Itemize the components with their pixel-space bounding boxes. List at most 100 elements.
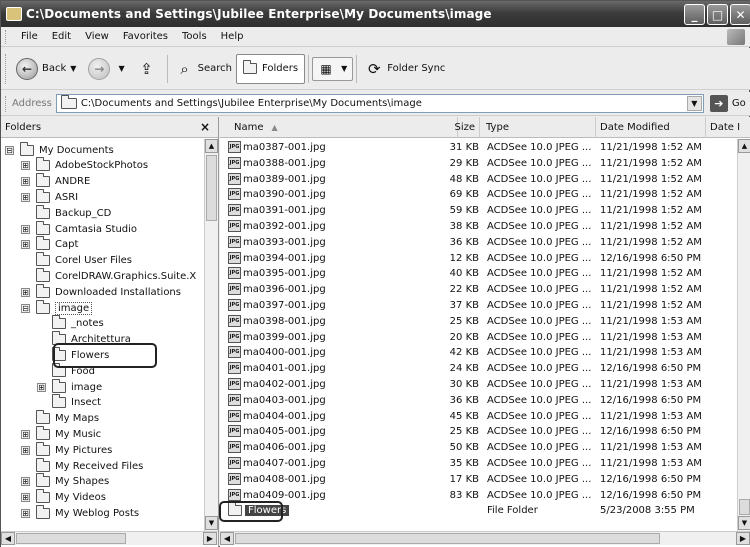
file-row[interactable]: JPG ma0399-001.jpg 20 KB ACDSee 10.0 JPEG .…: [220, 330, 737, 346]
file-name-cell[interactable]: JPG ma0404-001.jpg: [228, 409, 458, 425]
tree-item[interactable]: ⊟ image: [21, 299, 93, 316]
file-row[interactable]: JPG ma0408-001.jpg 17 KB ACDSee 10.0 JPEG .…: [220, 472, 737, 488]
tree-item[interactable]: _notes: [37, 315, 104, 332]
folders-pane-close-button[interactable]: ×: [200, 120, 210, 134]
scroll-left-icon[interactable]: ◀: [1, 532, 15, 545]
file-name-cell[interactable]: JPG ma0391-001.jpg: [228, 203, 458, 219]
file-name-cell[interactable]: JPG ma0407-001.jpg: [228, 456, 458, 472]
column-date-modified[interactable]: Date Modified: [596, 117, 706, 138]
tree-expander-icon[interactable]: ⊞: [21, 477, 30, 487]
folders-vertical-scrollbar[interactable]: ▲ ▼: [204, 139, 218, 531]
tree-item[interactable]: ⊞ My Pictures: [21, 441, 112, 458]
views-button[interactable]: ▦ ▼: [312, 56, 354, 81]
file-name-cell[interactable]: JPG ma0388-001.jpg: [228, 156, 458, 172]
tree-item[interactable]: ⊞ Downloaded Installations: [21, 283, 181, 300]
column-size[interactable]: Size: [454, 117, 480, 138]
address-grip[interactable]: [5, 95, 8, 112]
scroll-down-icon[interactable]: ▼: [205, 516, 218, 530]
file-row[interactable]: JPG ma0395-001.jpg 40 KB ACDSee 10.0 JPEG .…: [220, 266, 737, 282]
back-button[interactable]: ← Back ▼: [12, 53, 84, 85]
tree-expander-icon[interactable]: ⊞: [21, 287, 30, 297]
file-name-cell[interactable]: JPG ma0387-001.jpg: [228, 140, 458, 156]
tree-item[interactable]: My Received Files: [21, 457, 143, 474]
file-row[interactable]: JPG ma0397-001.jpg 37 KB ACDSee 10.0 JPEG .…: [220, 298, 737, 314]
tree-expander-icon[interactable]: ⊞: [21, 192, 30, 202]
file-row[interactable]: JPG ma0390-001.jpg 69 KB ACDSee 10.0 JPEG .…: [220, 187, 737, 203]
tree-item[interactable]: Insect: [37, 394, 101, 411]
folder-sync-button[interactable]: ⟳ Folder Sync: [360, 53, 449, 85]
file-row[interactable]: JPG ma0400-001.jpg 42 KB ACDSee 10.0 JPEG .…: [220, 345, 737, 361]
list-scroll-thumb[interactable]: [739, 499, 750, 515]
menu-tools[interactable]: Tools: [175, 31, 214, 42]
toolbar-grip[interactable]: [5, 53, 8, 84]
tree-expander-icon[interactable]: ⊟: [21, 303, 30, 313]
file-row[interactable]: JPG ma0398-001.jpg 25 KB ACDSee 10.0 JPEG .…: [220, 314, 737, 330]
file-row[interactable]: JPG ma0405-001.jpg 25 KB ACDSee 10.0 JPEG .…: [220, 424, 737, 440]
file-row[interactable]: JPG ma0389-001.jpg 48 KB ACDSee 10.0 JPEG .…: [220, 172, 737, 188]
file-row[interactable]: JPG ma0401-001.jpg 24 KB ACDSee 10.0 JPEG .…: [220, 361, 737, 377]
scroll-up-icon[interactable]: ▲: [738, 139, 750, 153]
title-bar[interactable]: C:\Documents and Settings\Jubilee Enterp…: [1, 1, 750, 27]
scroll-right-icon[interactable]: ▶: [203, 532, 217, 545]
tree-item[interactable]: ⊞ My Videos: [21, 489, 106, 506]
scroll-up-icon[interactable]: ▲: [205, 139, 218, 153]
folders-hscroll-thumb[interactable]: [16, 533, 126, 544]
file-name-cell[interactable]: JPG ma0389-001.jpg: [228, 172, 458, 188]
tree-expander-icon[interactable]: ⊞: [21, 161, 30, 171]
tree-item[interactable]: CorelDRAW.Graphics.Suite.X: [21, 267, 196, 284]
tree-expander-icon[interactable]: ⊞: [21, 429, 30, 439]
scroll-down-icon[interactable]: ▼: [738, 516, 750, 530]
scroll-left-icon[interactable]: ◀: [220, 532, 234, 545]
tree-expander-icon[interactable]: ⊞: [21, 177, 30, 187]
file-row[interactable]: JPG ma0403-001.jpg 36 KB ACDSee 10.0 JPEG .…: [220, 393, 737, 409]
scroll-right-icon[interactable]: ▶: [736, 532, 750, 545]
tree-item[interactable]: Backup_CD: [21, 204, 111, 221]
tree-item[interactable]: ⊞ image: [37, 378, 102, 395]
list-horizontal-scrollbar[interactable]: ◀ ▶: [220, 531, 750, 545]
file-row[interactable]: JPG ma0394-001.jpg 12 KB ACDSee 10.0 JPEG .…: [220, 251, 737, 267]
file-row[interactable]: JPG ma0406-001.jpg 50 KB ACDSee 10.0 JPEG .…: [220, 440, 737, 456]
menu-view[interactable]: View: [78, 31, 116, 42]
file-row[interactable]: JPG ma0407-001.jpg 35 KB ACDSee 10.0 JPEG .…: [220, 456, 737, 472]
tree-item[interactable]: ⊟ My Documents: [5, 141, 114, 158]
close-button[interactable]: ✕: [730, 4, 750, 25]
tree-item[interactable]: Corel User Files: [21, 252, 132, 269]
list-hscroll-thumb[interactable]: [235, 533, 660, 544]
file-row[interactable]: JPG ma0391-001.jpg 59 KB ACDSee 10.0 JPEG .…: [220, 203, 737, 219]
folders-horizontal-scrollbar[interactable]: ◀ ▶: [1, 531, 218, 545]
file-row[interactable]: JPG ma0409-001.jpg 83 KB ACDSee 10.0 JPEG .…: [220, 488, 737, 504]
tree-item[interactable]: ⊞ My Music: [21, 425, 101, 442]
tree-item[interactable]: ⊞ Camtasia Studio: [21, 220, 137, 237]
menu-grip[interactable]: [5, 29, 8, 44]
file-name-cell[interactable]: JPG ma0392-001.jpg: [228, 219, 458, 235]
tree-expander-icon[interactable]: ⊞: [37, 382, 46, 392]
tree-item[interactable]: ⊞ Capt: [21, 236, 78, 253]
column-date-i[interactable]: Date I: [706, 117, 750, 138]
file-name-cell[interactable]: JPG ma0396-001.jpg: [228, 282, 458, 298]
tree-expander-icon[interactable]: ⊞: [21, 493, 30, 503]
file-name-cell[interactable]: JPG ma0401-001.jpg: [228, 361, 458, 377]
file-name-cell[interactable]: JPG ma0405-001.jpg: [228, 424, 458, 440]
tree-item[interactable]: ⊞ ANDRE: [21, 173, 90, 190]
file-row[interactable]: JPG ma0396-001.jpg 22 KB ACDSee 10.0 JPEG .…: [220, 282, 737, 298]
tree-expander-icon[interactable]: ⊞: [21, 445, 30, 455]
file-row[interactable]: JPG ma0393-001.jpg 36 KB ACDSee 10.0 JPEG .…: [220, 235, 737, 251]
file-name-cell[interactable]: JPG ma0403-001.jpg: [228, 393, 458, 409]
address-input[interactable]: C:\Documents and Settings\Jubilee Enterp…: [55, 94, 704, 113]
column-type[interactable]: Type: [480, 117, 596, 138]
tree-expander-icon[interactable]: ⊞: [21, 224, 30, 234]
file-name-cell[interactable]: JPG ma0402-001.jpg: [228, 377, 458, 393]
back-dropdown-icon[interactable]: ▼: [70, 64, 76, 73]
file-name-cell[interactable]: JPG ma0398-001.jpg: [228, 314, 458, 330]
column-name[interactable]: Name ▲: [220, 117, 458, 138]
file-name-cell[interactable]: JPG ma0393-001.jpg: [228, 235, 458, 251]
maximize-button[interactable]: □: [707, 4, 728, 25]
tree-item[interactable]: ⊞ AdobeStockPhotos: [21, 157, 148, 174]
file-name-cell[interactable]: JPG ma0390-001.jpg: [228, 187, 458, 203]
folders-button[interactable]: Folders: [235, 53, 306, 84]
file-name-cell[interactable]: JPG ma0394-001.jpg: [228, 251, 458, 267]
file-row[interactable]: Flowers File Folder 5/23/2008 3:55 PM: [220, 503, 737, 519]
file-row[interactable]: JPG ma0402-001.jpg 30 KB ACDSee 10.0 JPEG .…: [220, 377, 737, 393]
tree-expander-icon[interactable]: ⊟: [5, 145, 14, 155]
address-dropdown-icon[interactable]: ▼: [686, 96, 702, 111]
